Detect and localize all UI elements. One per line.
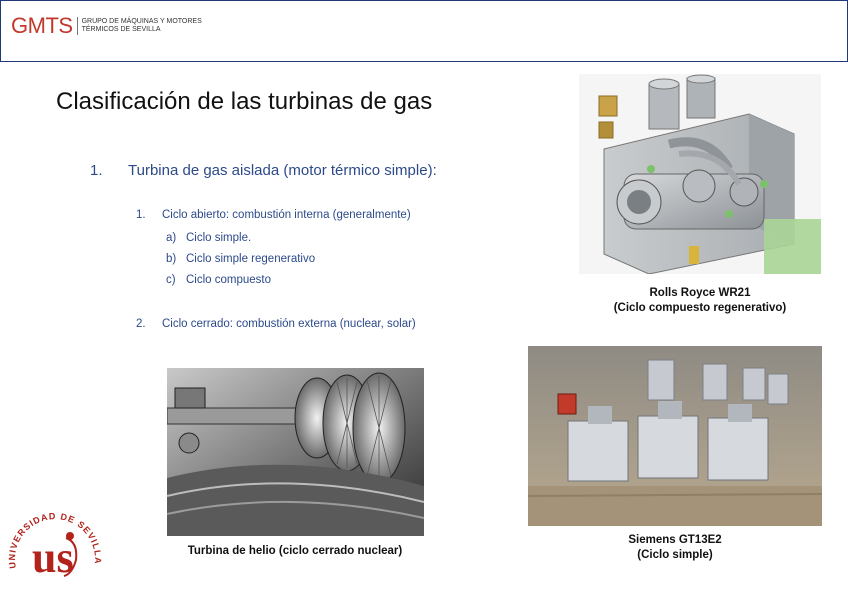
header-bar: GMTS Grupo de Máquinas y Motores Térmico… — [0, 0, 848, 62]
rolls-royce-wr21-image — [579, 74, 821, 274]
list-text: Ciclo simple regenerativo — [186, 253, 316, 265]
slide-title: Clasificación de las turbinas de gas — [56, 88, 433, 115]
gmts-logo: GMTS Grupo de Máquinas y Motores Térmico… — [11, 15, 202, 37]
list-item-level2: 2. Ciclo cerrado: combustión externa (nuc… — [136, 318, 416, 330]
helium-turbine-image — [167, 368, 424, 536]
list-letter: a) — [166, 232, 177, 244]
helium-turbine-caption: Turbina de helio (ciclo cerrado nuclear) — [187, 545, 403, 557]
rolls-royce-caption-line1: Rolls Royce WR21 — [649, 287, 751, 299]
rolls-royce-caption-line2: (Ciclo compuesto regenerativo) — [613, 302, 787, 314]
siemens-caption-line2: (Ciclo simple) — [637, 549, 713, 561]
rolls-royce-caption: Rolls Royce WR21 (Ciclo compuesto regene… — [590, 286, 810, 316]
siemens-caption-line1: Siemens GT13E2 — [628, 534, 722, 546]
list-number: 2. — [136, 318, 146, 330]
list-item-level2: 1. Ciclo abierto: combustión interna (gen… — [136, 209, 411, 221]
siemens-gt13e2-image — [528, 346, 822, 526]
list-item-level1: 1. Turbina de gas aislada (motor térmico … — [90, 162, 437, 179]
siemens-caption: Siemens GT13E2 (Ciclo simple) — [560, 533, 790, 563]
list-number: 1. — [136, 209, 146, 221]
list-letter: c) — [166, 274, 176, 286]
logo-line-1: Grupo de Máquinas y Motores — [81, 18, 202, 25]
list-item-level3: a) Ciclo simple. — [166, 232, 251, 244]
list-text: Ciclo abierto: combustión interna (gener… — [162, 209, 411, 221]
list-item-level3: b) Ciclo simple regenerativo — [166, 253, 315, 265]
list-text: Ciclo compuesto — [186, 274, 272, 286]
universidad-de-sevilla-logo: UNIVERSIDAD DE SEVILLA us — [7, 511, 102, 582]
list-letter: b) — [166, 253, 177, 265]
list-item-level3: c) Ciclo compuesto — [166, 274, 271, 286]
list-text: Ciclo cerrado: combustión externa (nucle… — [162, 318, 416, 330]
gmts-logo-mark: GMTS — [11, 13, 73, 38]
list-number: 1. — [90, 162, 103, 179]
list-text: Turbina de gas aislada (motor térmico si… — [128, 162, 437, 179]
list-text: Ciclo simple. — [186, 232, 252, 244]
logo-line-2: Térmicos de Sevilla — [81, 26, 161, 33]
gmts-logo-text: Grupo de Máquinas y Motores Térmicos de … — [82, 18, 202, 34]
logo-divider — [76, 17, 78, 35]
